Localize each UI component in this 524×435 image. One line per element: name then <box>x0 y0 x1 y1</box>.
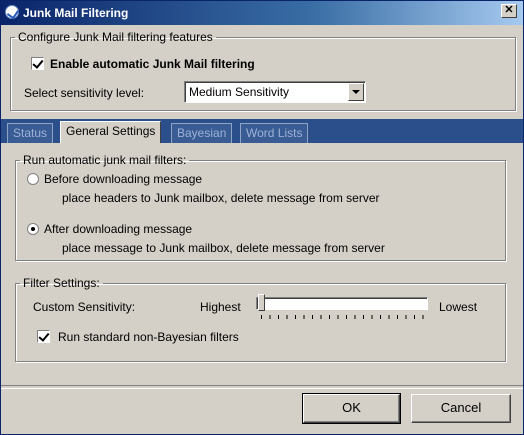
custom-sensitivity-slider-track[interactable] <box>256 297 428 310</box>
sensitivity-label: Select sensitivity level: <box>24 86 145 100</box>
run-filters-legend: Run automatic junk mail filters: <box>23 153 187 167</box>
configure-legend: Configure Junk Mail filtering features <box>18 30 213 44</box>
non-bayesian-label[interactable]: Run standard non-Bayesian filters <box>58 330 239 344</box>
close-button[interactable]: ✕ <box>501 4 517 18</box>
slider-ticks <box>261 315 431 319</box>
before-download-label[interactable]: Before downloading message <box>44 172 202 186</box>
app-check-icon <box>5 5 19 19</box>
enable-filtering-checkbox[interactable] <box>31 57 44 70</box>
bottom-separator <box>1 385 523 389</box>
tab-word-lists[interactable]: Word Lists <box>240 123 309 143</box>
junk-mail-filtering-dialog: Junk Mail Filtering ✕ Configure Junk Mai… <box>0 0 524 435</box>
custom-sensitivity-label: Custom Sensitivity: <box>33 300 136 314</box>
after-download-radio[interactable] <box>27 223 39 235</box>
tab-status[interactable]: Status <box>7 123 54 143</box>
highest-label: Highest <box>200 300 241 314</box>
lowest-label: Lowest <box>439 300 478 314</box>
title-bar[interactable]: Junk Mail Filtering ✕ <box>1 1 523 25</box>
tab-strip: Status General Settings Bayesian Word Li… <box>1 119 523 143</box>
after-download-label[interactable]: After downloading message <box>44 222 192 236</box>
tab-general-settings[interactable]: General Settings <box>60 121 162 143</box>
tab-bayesian[interactable]: Bayesian <box>171 123 233 143</box>
sensitivity-select[interactable]: Medium Sensitivity <box>184 81 366 103</box>
chevron-down-icon[interactable] <box>348 83 364 101</box>
before-download-radio[interactable] <box>27 173 39 185</box>
ok-button[interactable]: OK <box>302 393 401 424</box>
filter-settings-group: Filter Settings: <box>15 276 506 362</box>
sensitivity-select-value: Medium Sensitivity <box>189 85 290 99</box>
enable-filtering-label[interactable]: Enable automatic Junk Mail filtering <box>50 57 255 71</box>
non-bayesian-checkbox[interactable] <box>37 330 50 343</box>
window-title: Junk Mail Filtering <box>23 6 129 20</box>
cancel-button[interactable]: Cancel <box>411 394 511 423</box>
filter-settings-legend: Filter Settings: <box>23 276 100 290</box>
before-download-description: place headers to Junk mailbox, delete me… <box>62 191 380 205</box>
custom-sensitivity-slider-thumb[interactable] <box>258 294 265 311</box>
after-download-description: place message to Junk mailbox, delete me… <box>62 241 385 255</box>
